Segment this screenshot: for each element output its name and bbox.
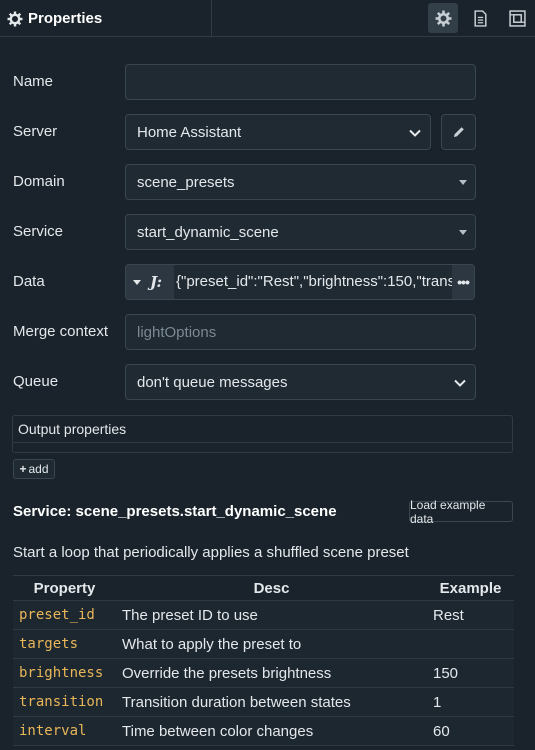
domain-label: Domain (13, 173, 65, 190)
queue-value: don't queue messages (137, 373, 288, 391)
appearance-button[interactable] (502, 3, 532, 33)
plus-icon: + (19, 462, 27, 476)
data-typed-input[interactable]: J: {"preset_id":"Rest","brightness":150,… (125, 264, 475, 300)
example-cell (427, 629, 514, 659)
table-row: interval Time between color changes 60 (13, 716, 514, 746)
domain-input[interactable]: scene_presets (125, 164, 476, 200)
caret-down-icon (459, 180, 467, 185)
description-button[interactable] (465, 3, 495, 33)
service-label: Service (13, 223, 64, 240)
document-icon (473, 9, 487, 27)
property-cell: preset_id (13, 600, 116, 630)
name-label: Name (13, 73, 54, 90)
load-example-button[interactable]: Load example data (409, 498, 513, 526)
edit-server-button[interactable] (441, 114, 476, 150)
merge-context-label: Merge context (13, 323, 109, 340)
table-row: preset_id The preset ID to use Rest (13, 600, 514, 630)
service-input[interactable]: start_dynamic_scene (125, 214, 476, 250)
data-type-selector[interactable]: J: (126, 265, 174, 299)
ellipsis-icon: ••• (457, 274, 470, 290)
domain-value: scene_presets (137, 173, 235, 191)
server-value: Home Assistant (137, 123, 242, 141)
service-value: start_dynamic_scene (137, 223, 279, 241)
domain-row: Domain scene_presets (13, 164, 523, 200)
name-input[interactable] (125, 64, 476, 100)
data-label: Data (13, 273, 45, 290)
desc-cell: Time between color changes (116, 716, 427, 746)
frame-icon (508, 9, 526, 27)
output-properties-label: Output properties (18, 421, 127, 437)
add-label: add (28, 462, 49, 476)
table-header-row: Property Desc Example (13, 575, 514, 601)
table-row: brightness Override the presets brightne… (13, 658, 514, 688)
chevron-down-icon (454, 379, 466, 387)
desc-cell: Transition duration between states (116, 687, 427, 717)
server-row: Server Home Assistant (13, 114, 523, 150)
property-cell: brightness (13, 658, 116, 688)
table-row: transition Transition duration between s… (13, 687, 514, 717)
caret-down-icon (459, 230, 467, 235)
server-select[interactable]: Home Assistant (125, 114, 431, 150)
settings-button[interactable] (428, 3, 458, 33)
chevron-down-icon (409, 129, 421, 137)
property-cell: interval (13, 716, 116, 746)
table-row: targets What to apply the preset to (13, 629, 514, 659)
header-example: Example (427, 575, 514, 601)
output-properties-list: Output properties (12, 415, 513, 453)
example-cell: 1 (427, 687, 514, 717)
service-fields-table: Property Desc Example preset_id The pres… (13, 575, 514, 746)
merge-context-input[interactable]: lightOptions (125, 314, 476, 350)
property-cell: targets (13, 629, 116, 659)
service-row: Service start_dynamic_scene (13, 214, 523, 250)
server-label: Server (13, 123, 58, 140)
gear-icon (7, 11, 23, 26)
service-description: Start a loop that periodically applies a… (13, 544, 409, 561)
data-value[interactable]: {"preset_id":"Rest","brightness":150,"tr… (174, 265, 454, 299)
header-desc: Desc (116, 575, 427, 601)
add-output-button[interactable]: + add (13, 459, 55, 479)
expand-editor-button[interactable]: ••• (452, 265, 474, 299)
desc-cell: What to apply the preset to (116, 629, 427, 659)
tab-title: Properties (28, 10, 103, 27)
queue-label: Queue (13, 373, 59, 390)
header-property: Property (13, 575, 116, 601)
service-title: Service: scene_presets.start_dynamic_sce… (13, 503, 337, 520)
gear-icon (435, 10, 451, 26)
pencil-icon (453, 127, 464, 137)
desc-cell: Override the presets brightness (116, 658, 427, 688)
divider (13, 442, 512, 443)
name-row: Name (13, 64, 523, 100)
json-type-icon: J: (150, 273, 163, 291)
data-row: Data J: {"preset_id":"Rest","brightness"… (13, 264, 523, 300)
caret-down-icon (133, 279, 141, 285)
panel-header: Properties (0, 0, 535, 38)
tab-properties[interactable]: Properties (0, 0, 212, 38)
queue-row: Queue don't queue messages (13, 364, 523, 400)
queue-select[interactable]: don't queue messages (125, 364, 476, 400)
example-cell: 150 (427, 658, 514, 688)
desc-cell: The preset ID to use (116, 600, 427, 630)
property-cell: transition (13, 687, 116, 717)
example-cell: Rest (427, 600, 514, 630)
merge-context-row: Merge context lightOptions (13, 314, 523, 350)
example-cell: 60 (427, 716, 514, 746)
